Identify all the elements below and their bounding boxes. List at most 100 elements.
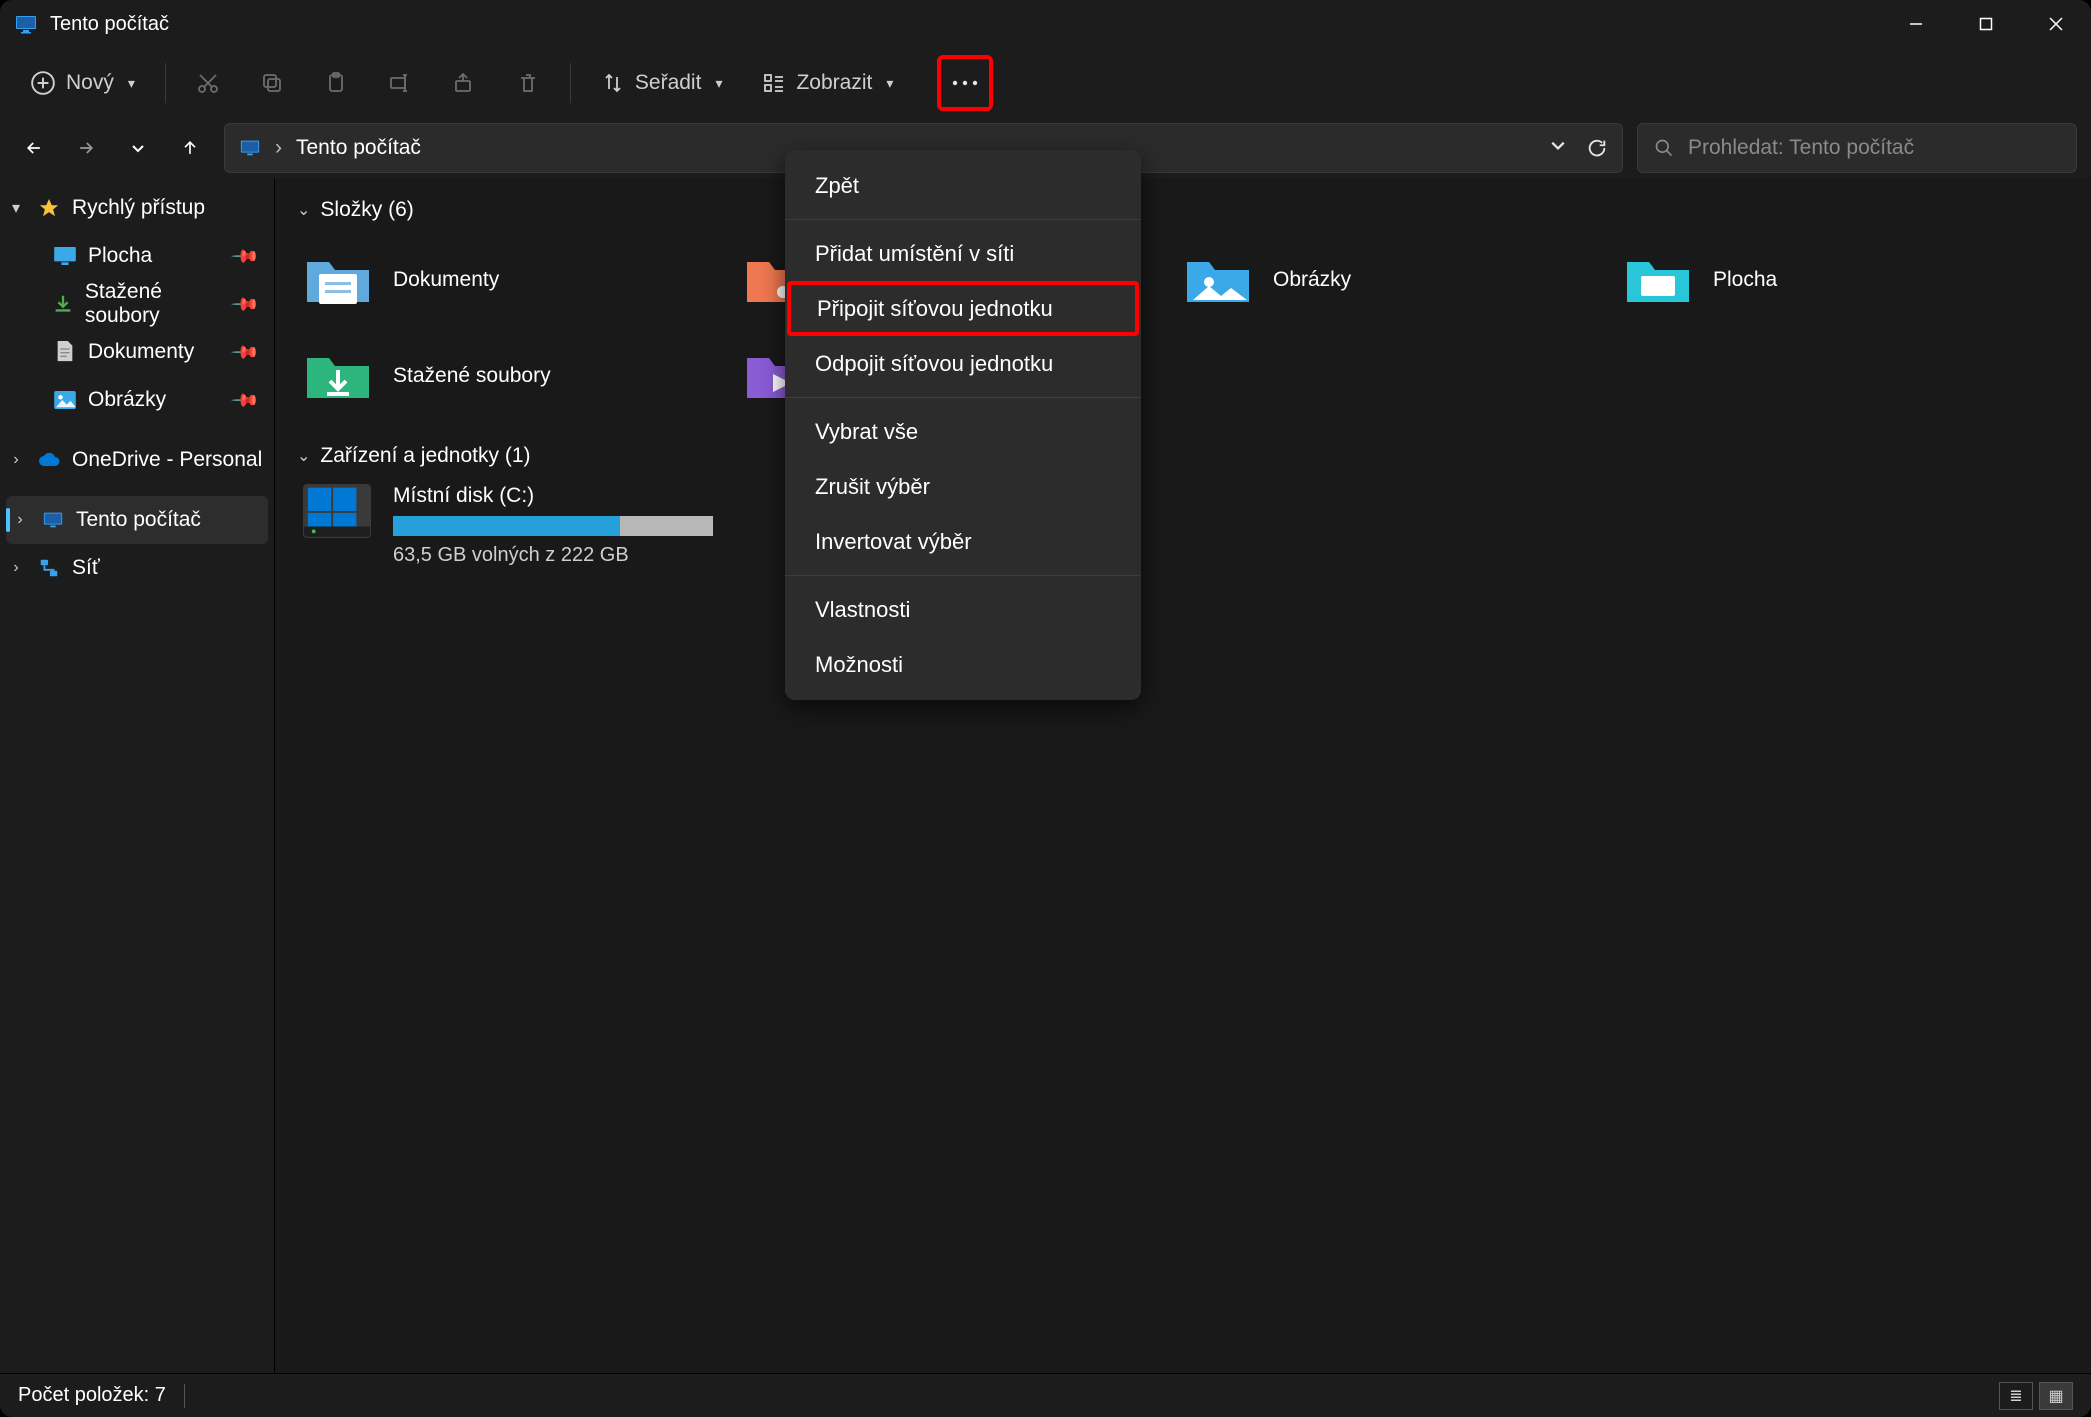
recent-button[interactable] — [118, 128, 158, 168]
window-title: Tento počítač — [50, 13, 1881, 36]
menu-divider — [785, 575, 1141, 576]
sidebar-item-onedrive[interactable]: › OneDrive - Personal — [0, 436, 274, 484]
pin-icon: 📌 — [229, 241, 260, 272]
menu-item-disconnect-network-drive[interactable]: Odpojit síťovou jednotku — [785, 336, 1141, 391]
sidebar-item-label: Dokumenty — [88, 340, 194, 364]
sidebar-item-pictures[interactable]: Obrázky 📌 — [0, 376, 274, 424]
back-button[interactable] — [14, 128, 54, 168]
this-pc-icon — [14, 12, 38, 36]
titlebar: Tento počítač — [0, 0, 2091, 48]
delete-button[interactable] — [500, 55, 556, 111]
chevron-down-icon: ▾ — [128, 75, 135, 92]
sidebar-item-downloads[interactable]: Stažené soubory 📌 — [0, 280, 274, 328]
pin-icon: 📌 — [229, 289, 260, 320]
sidebar-item-this-pc[interactable]: › Tento počítač — [6, 496, 268, 544]
folders-section-header[interactable]: ⌄ Složky (6) — [297, 198, 2073, 222]
chevron-down-icon: ▾ — [6, 198, 26, 218]
sidebar-item-label: Rychlý přístup — [72, 196, 205, 220]
folder-icon — [1623, 252, 1693, 308]
view-button[interactable]: Zobrazit ▾ — [746, 55, 909, 111]
this-pc-icon — [239, 137, 261, 159]
toolbar: Nový ▾ Seřadit ▾ Zobrazit ▾ — [0, 48, 2091, 118]
sidebar-item-label: OneDrive - Personal — [72, 448, 262, 472]
copy-button[interactable] — [244, 55, 300, 111]
search-icon — [1654, 138, 1674, 158]
rename-button[interactable] — [372, 55, 428, 111]
menu-divider — [785, 397, 1141, 398]
pin-icon: 📌 — [229, 337, 260, 368]
search-box[interactable]: Prohledat: Tento počítač — [1637, 123, 2077, 173]
download-icon — [52, 291, 75, 317]
chevron-right-icon: › — [6, 451, 26, 469]
folder-documents[interactable]: Dokumenty — [293, 232, 733, 328]
plus-circle-icon — [30, 70, 56, 96]
folder-desktop[interactable]: Plocha — [1613, 232, 2053, 328]
cloud-icon — [36, 447, 62, 473]
section-label: Složky (6) — [320, 198, 413, 222]
maximize-button[interactable] — [1951, 0, 2021, 48]
folder-pictures[interactable]: Obrázky — [1173, 232, 1613, 328]
status-divider — [184, 1384, 185, 1408]
desktop-icon — [52, 243, 78, 269]
drive-name: Místní disk (C:) — [393, 484, 803, 508]
forward-button[interactable] — [66, 128, 106, 168]
cut-button[interactable] — [180, 55, 236, 111]
menu-item-add-network-location[interactable]: Přidat umístění v síti — [785, 226, 1141, 281]
toolbar-divider — [570, 63, 571, 103]
paste-button[interactable] — [308, 55, 364, 111]
chevron-down-icon: ⌄ — [297, 446, 310, 466]
network-icon — [36, 555, 62, 581]
dropdown-button[interactable] — [1550, 137, 1566, 159]
sort-button[interactable]: Seřadit ▾ — [585, 55, 739, 111]
folders-grid: Dokumenty Hudba Obrázky Plocha Stažené s… — [293, 232, 2073, 424]
menu-item-options[interactable]: Možnosti — [785, 637, 1141, 692]
item-count: Počet položek: 7 — [18, 1384, 166, 1407]
close-button[interactable] — [2021, 0, 2091, 48]
sidebar-item-quick-access[interactable]: ▾ Rychlý přístup — [0, 184, 274, 232]
chevron-down-icon: ⌄ — [297, 200, 310, 220]
clipboard-icon — [324, 71, 348, 95]
folder-icon — [303, 348, 373, 404]
menu-item-back[interactable]: Zpět — [785, 158, 1141, 213]
sort-icon — [601, 71, 625, 95]
sidebar-item-label: Plocha — [88, 244, 152, 268]
refresh-button[interactable] — [1586, 137, 1608, 159]
sort-label: Seřadit — [635, 71, 702, 95]
toolbar-divider — [165, 63, 166, 103]
folder-downloads[interactable]: Stažené soubory — [293, 328, 733, 424]
minimize-button[interactable] — [1881, 0, 1951, 48]
up-button[interactable] — [170, 128, 210, 168]
sidebar-item-label: Obrázky — [88, 388, 166, 412]
share-button[interactable] — [436, 55, 492, 111]
trash-icon — [516, 71, 540, 95]
scissors-icon — [196, 71, 220, 95]
devices-section-header[interactable]: ⌄ Zařízení a jednotky (1) — [297, 444, 2073, 468]
tiles-view-button[interactable]: ▦ — [2039, 1382, 2073, 1410]
file-explorer-window: Tento počítač Nový ▾ Seřadit ▾ Zobrazit — [0, 0, 2091, 1417]
menu-divider — [785, 219, 1141, 220]
menu-item-invert-selection[interactable]: Invertovat výběr — [785, 514, 1141, 569]
menu-item-select-all[interactable]: Vybrat vše — [785, 404, 1141, 459]
sidebar-item-network[interactable]: › Síť — [0, 544, 274, 592]
sidebar-item-desktop[interactable]: Plocha 📌 — [0, 232, 274, 280]
menu-item-properties[interactable]: Vlastnosti — [785, 582, 1141, 637]
folder-icon — [1183, 252, 1253, 308]
folder-label: Stažené soubory — [393, 364, 551, 388]
drive-free-text: 63,5 GB volných z 222 GB — [393, 544, 803, 567]
drive-c[interactable]: Místní disk (C:) 63,5 GB volných z 222 G… — [293, 478, 813, 573]
breadcrumb-item[interactable]: Tento počítač — [296, 136, 421, 160]
window-controls — [1881, 0, 2091, 48]
copy-icon — [260, 71, 284, 95]
sidebar-item-label: Tento počítač — [76, 508, 201, 532]
chevron-right-icon: › — [10, 511, 30, 529]
menu-item-select-none[interactable]: Zrušit výběr — [785, 459, 1141, 514]
menu-item-map-network-drive[interactable]: Připojit síťovou jednotku — [787, 281, 1139, 336]
folder-label: Plocha — [1713, 268, 1777, 292]
details-view-button[interactable]: ≣ — [1999, 1382, 2033, 1410]
sidebar-item-documents[interactable]: Dokumenty 📌 — [0, 328, 274, 376]
nav-buttons — [14, 128, 210, 168]
more-button[interactable] — [937, 55, 993, 111]
drive-info: Místní disk (C:) 63,5 GB volných z 222 G… — [393, 484, 803, 567]
new-button[interactable]: Nový ▾ — [14, 55, 151, 111]
rename-icon — [388, 71, 412, 95]
